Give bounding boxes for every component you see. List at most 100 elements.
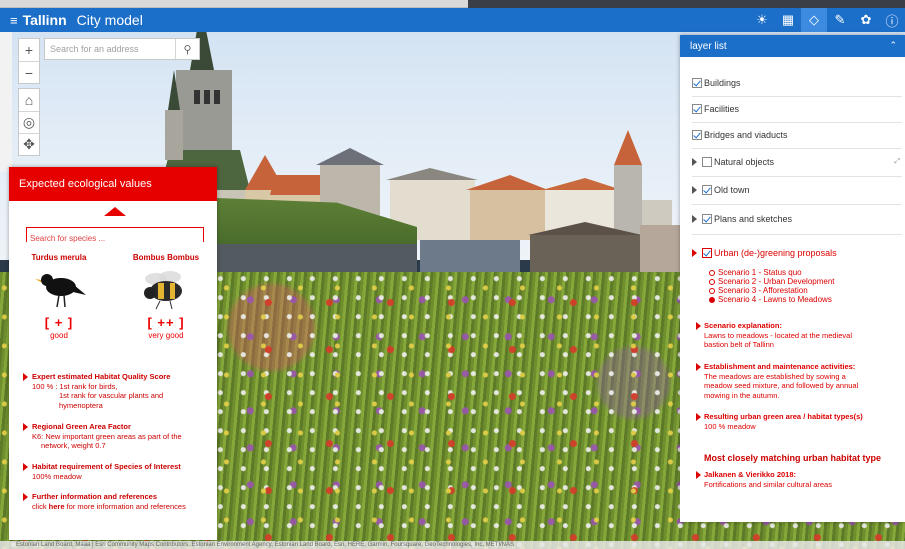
eco-panel-title: Expected ecological values xyxy=(9,167,217,201)
layer-item-plans[interactable]: Plans and sketches xyxy=(692,211,902,227)
layer-item-old-town[interactable]: Old town xyxy=(692,182,902,198)
chevron-up-icon[interactable]: ⌃ xyxy=(889,40,897,51)
collapse-triangle-icon[interactable] xyxy=(104,207,126,216)
scenario-option[interactable]: Scenario 2 - Urban Development xyxy=(709,277,835,286)
species-search-input[interactable] xyxy=(27,232,203,245)
species-quality: good xyxy=(50,331,68,340)
divider xyxy=(692,204,902,205)
matching-habitat-source[interactable]: Jalkanen & Vierikko 2018: xyxy=(696,470,899,480)
species-card[interactable]: Bombus Bombus [ ++ ] very good xyxy=(121,253,211,340)
habitat-requirement-title[interactable]: Habitat requirement of Species of Intere… xyxy=(23,462,213,472)
layer-label: Bridges and viaducts xyxy=(704,130,788,140)
checkbox[interactable] xyxy=(692,78,702,88)
green-factor-section: Regional Green Area Factor K6: New impor… xyxy=(23,422,213,451)
scenario-label: Scenario 2 - Urban Development xyxy=(718,277,835,286)
layer-label: Natural objects xyxy=(714,157,775,167)
green-factor-title[interactable]: Regional Green Area Factor xyxy=(23,422,213,432)
info-icon[interactable]: ⓘ xyxy=(879,8,905,32)
habitat-score-line: 100 % : 1st rank for birds, xyxy=(32,381,118,391)
matching-habitat-line: Fortifications and similar cultural area… xyxy=(704,479,832,489)
species-rating: [ + ] xyxy=(44,315,74,330)
scenario-explanation: Scenario explanation: Lawns to meadows -… xyxy=(696,321,899,350)
expand-caret-icon[interactable] xyxy=(692,249,697,257)
divider xyxy=(692,176,902,177)
search-icon[interactable]: ⚲ xyxy=(175,39,199,59)
fullscreen-icon[interactable]: ⤢ xyxy=(894,158,900,166)
further-info-line: click here for more information and refe… xyxy=(23,502,213,512)
sprout-icon[interactable]: ✿ xyxy=(853,8,879,32)
menu-icon[interactable]: ≡ xyxy=(10,13,18,28)
radio-button[interactable] xyxy=(709,278,715,285)
pencil-icon[interactable]: ✎ xyxy=(827,8,853,32)
layer-label: Urban (de-)greening proposals xyxy=(714,248,837,258)
sun-icon[interactable]: ☀ xyxy=(749,8,775,32)
expand-caret-icon[interactable] xyxy=(692,215,697,223)
further-info-link[interactable]: here xyxy=(49,502,65,511)
scenario-list: Scenario 1 - Status quo Scenario 2 - Urb… xyxy=(709,268,835,304)
layer-item-facilities[interactable]: Facilities xyxy=(692,101,902,117)
layer-item-natural-objects[interactable]: Natural objects xyxy=(692,154,902,170)
checkbox[interactable] xyxy=(702,157,712,167)
pan-button[interactable]: ✥ xyxy=(19,133,39,155)
resulting-section: Resulting urban green area / habitat typ… xyxy=(696,412,899,431)
toolbar: ☀ ▦ ◇ ✎ ✿ ⓘ xyxy=(749,8,905,32)
explanation-line: Lawns to meadows - located at the mediev… xyxy=(704,330,852,340)
explanation-title[interactable]: Scenario explanation: xyxy=(696,321,899,331)
establishment-line: mowing in the autumn. xyxy=(704,390,780,400)
further-info-pre: click xyxy=(32,501,49,511)
green-factor-line: network, weight 0.7 xyxy=(41,441,106,450)
radio-button[interactable] xyxy=(709,287,715,294)
green-factor-line: K6: New important green areas as part of… xyxy=(32,431,182,441)
radio-button[interactable] xyxy=(709,296,715,303)
species-name: Turdus merula xyxy=(31,253,87,262)
locate-button[interactable]: ◎ xyxy=(19,111,39,133)
species-card[interactable]: Turdus merula [ + ] good xyxy=(14,253,104,340)
establishment-line: The meadows are established by sowing a xyxy=(704,371,846,381)
matching-habitat-title: Most closely matching urban habitat type xyxy=(704,453,882,463)
habitat-score-section: Expert estimated Habitat Quality Score 1… xyxy=(23,372,213,410)
further-info-post: for more information and references xyxy=(64,501,186,511)
habitat-score-title[interactable]: Expert estimated Habitat Quality Score xyxy=(23,372,213,382)
address-search-input[interactable] xyxy=(45,39,175,59)
layers-icon[interactable]: ◇ xyxy=(801,8,827,32)
establishment-line: meadow seed mixture, and followed by ann… xyxy=(704,381,859,390)
checkbox[interactable] xyxy=(702,214,712,224)
divider xyxy=(692,122,902,123)
checkbox[interactable] xyxy=(702,185,712,195)
browser-strip xyxy=(0,0,468,8)
nav-control: ⌂ ◎ ✥ xyxy=(18,88,40,156)
scenario-option[interactable]: Scenario 4 - Lawns to Meadows xyxy=(709,295,835,304)
habitat-requirement-line: 100% meadow xyxy=(32,471,82,481)
zoom-out-button[interactable]: − xyxy=(19,61,39,83)
bumblebee-image xyxy=(138,265,194,311)
species-rating: [ ++ ] xyxy=(147,315,185,330)
checkbox[interactable] xyxy=(692,130,702,140)
layer-item-bridges[interactable]: Bridges and viaducts xyxy=(692,127,902,143)
home-button[interactable]: ⌂ xyxy=(19,89,39,111)
resulting-title[interactable]: Resulting urban green area / habitat typ… xyxy=(696,412,899,422)
explanation-line: bastion belt of Tallinn xyxy=(704,340,774,349)
blackbird-image xyxy=(31,265,87,311)
further-info-section: Further information and references click… xyxy=(23,492,213,511)
browser-strip-dark xyxy=(468,0,905,8)
brand-name: Tallinn xyxy=(22,12,67,28)
checkbox[interactable] xyxy=(692,104,702,114)
expand-caret-icon[interactable] xyxy=(692,158,697,166)
scenario-option[interactable]: Scenario 3 - Afforestation xyxy=(709,286,835,295)
layer-item-buildings[interactable]: Buildings xyxy=(692,75,902,91)
brand[interactable]: ≡ Tallinn City model xyxy=(10,11,143,29)
layer-item-urban-greening[interactable]: Urban (de-)greening proposals xyxy=(692,245,902,261)
radio-button[interactable] xyxy=(709,269,715,276)
layer-label: Facilities xyxy=(704,104,740,114)
scenario-label: Scenario 1 - Status quo xyxy=(718,268,802,277)
expand-caret-icon[interactable] xyxy=(692,186,697,194)
establishment-title[interactable]: Establishment and maintenance activities… xyxy=(696,362,899,372)
scenario-option[interactable]: Scenario 1 - Status quo xyxy=(709,268,835,277)
establishment-section: Establishment and maintenance activities… xyxy=(696,362,899,400)
species-quality: very good xyxy=(148,331,184,340)
zoom-control: + − xyxy=(18,38,40,84)
further-info-title[interactable]: Further information and references xyxy=(23,492,213,502)
zoom-in-button[interactable]: + xyxy=(19,39,39,61)
checkbox[interactable] xyxy=(702,248,712,258)
grid-icon[interactable]: ▦ xyxy=(775,8,801,32)
